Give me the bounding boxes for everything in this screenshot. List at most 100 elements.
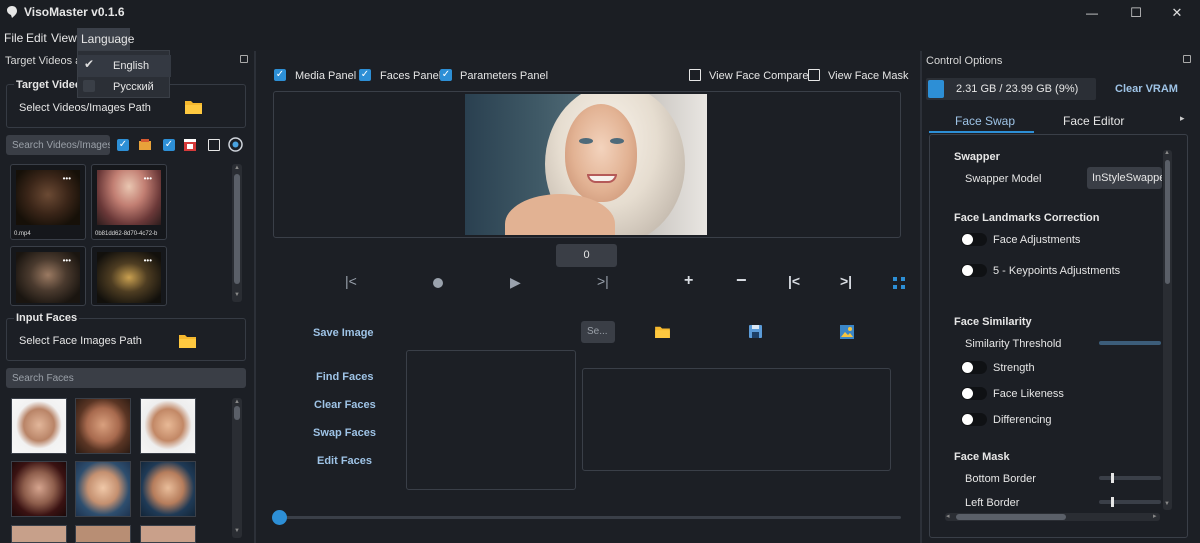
remove-marker-icon[interactable]: − bbox=[736, 270, 747, 291]
check-placeholder bbox=[83, 80, 95, 92]
scroll-down-icon[interactable]: ▼ bbox=[234, 292, 240, 298]
media-panel-checkbox[interactable]: ✓ bbox=[274, 69, 286, 81]
differencing-toggle[interactable] bbox=[961, 413, 987, 426]
find-faces-button[interactable]: Find Faces bbox=[316, 371, 373, 383]
view-face-mask-checkbox[interactable] bbox=[808, 69, 820, 81]
target-faces-area[interactable] bbox=[406, 350, 576, 490]
face-likeness-label: Face Likeness bbox=[993, 388, 1064, 400]
view-face-mask-label: View Face Mask bbox=[828, 70, 909, 82]
more-icon: ••• bbox=[62, 174, 71, 183]
input-face-9[interactable] bbox=[140, 525, 196, 543]
close-button[interactable]: ✕ bbox=[1155, 0, 1199, 26]
language-option-english[interactable]: ✔ English bbox=[78, 55, 171, 77]
target-thumb-1[interactable]: 0b81dd62-8d70-4c72-b ••• bbox=[91, 164, 167, 240]
faces-scroll-thumb[interactable] bbox=[234, 406, 240, 420]
target-thumb-2[interactable]: ••• bbox=[10, 246, 86, 306]
input-face-5[interactable] bbox=[75, 461, 131, 517]
left-border-handle[interactable] bbox=[1111, 497, 1114, 507]
language-option-russian[interactable]: Русский bbox=[78, 76, 171, 98]
swapper-model-select[interactable]: InStyleSwapper bbox=[1087, 167, 1162, 189]
input-face-4[interactable] bbox=[11, 461, 67, 517]
menu-edit[interactable]: Edit bbox=[26, 31, 47, 45]
check-icon: ✔ bbox=[84, 57, 95, 71]
language-option-label: Русский bbox=[113, 81, 154, 93]
prev-marker-icon[interactable]: |< bbox=[788, 273, 800, 289]
view-face-compare-checkbox[interactable] bbox=[689, 69, 701, 81]
save-icon[interactable] bbox=[749, 325, 762, 338]
input-face-3[interactable] bbox=[140, 398, 196, 454]
folder-icon[interactable] bbox=[655, 325, 670, 338]
undock-icon[interactable] bbox=[240, 55, 248, 63]
save-image-icon[interactable] bbox=[840, 325, 854, 339]
keypoints-adjustments-toggle[interactable] bbox=[961, 264, 987, 277]
save-image-button[interactable]: Save Image bbox=[313, 327, 374, 339]
add-marker-icon[interactable]: + bbox=[684, 272, 693, 290]
target-thumb-3[interactable]: ••• bbox=[91, 246, 167, 306]
scroll-down-icon[interactable]: ▼ bbox=[1164, 501, 1170, 507]
options-vscroll-thumb[interactable] bbox=[1165, 160, 1170, 284]
scroll-up-icon[interactable]: ▲ bbox=[234, 165, 240, 171]
tab-scroll-right-icon[interactable]: ▸ bbox=[1180, 113, 1185, 124]
timeline-track[interactable] bbox=[279, 516, 901, 519]
scroll-up-icon[interactable]: ▲ bbox=[234, 399, 240, 405]
clear-vram-button[interactable]: Clear VRAM bbox=[1115, 83, 1178, 95]
fullscreen-icon[interactable] bbox=[893, 277, 905, 289]
language-option-label: English bbox=[113, 60, 150, 72]
input-face-6[interactable] bbox=[140, 461, 196, 517]
scroll-left-icon[interactable]: ◂ bbox=[946, 512, 950, 520]
edit-faces-button[interactable]: Edit Faces bbox=[317, 455, 372, 467]
options-hscroll-thumb[interactable] bbox=[956, 514, 1066, 520]
more-icon: ••• bbox=[143, 174, 152, 183]
frame-number-input[interactable]: 0 bbox=[556, 244, 617, 267]
clear-faces-button[interactable]: Clear Faces bbox=[314, 399, 376, 411]
parameters-panel-checkbox[interactable]: ✓ bbox=[440, 69, 452, 81]
filter-videos-checkbox[interactable]: ✓ bbox=[163, 139, 175, 151]
vram-usage-text: 2.31 GB / 23.99 GB (9%) bbox=[956, 83, 1079, 95]
bottom-border-handle[interactable] bbox=[1111, 473, 1114, 483]
merged-embeddings-area[interactable] bbox=[582, 368, 891, 471]
prev-frame-icon[interactable]: |< bbox=[345, 273, 357, 289]
filter-webcam-checkbox[interactable] bbox=[208, 139, 220, 151]
left-border-slider[interactable] bbox=[1099, 500, 1161, 504]
undock-icon[interactable] bbox=[1183, 55, 1191, 63]
scroll-up-icon[interactable]: ▲ bbox=[1164, 150, 1170, 156]
record-icon[interactable] bbox=[433, 278, 443, 288]
target-thumb-0[interactable]: 0.mp4 ••• bbox=[10, 164, 86, 240]
next-frame-icon[interactable]: >| bbox=[597, 273, 609, 289]
differencing-label: Differencing bbox=[993, 414, 1052, 426]
minimize-button[interactable]: — bbox=[1070, 0, 1114, 26]
swapper-section-title: Swapper bbox=[954, 151, 1000, 163]
folder-icon[interactable] bbox=[185, 99, 202, 114]
input-face-7[interactable] bbox=[11, 525, 67, 543]
filter-images-checkbox[interactable]: ✓ bbox=[117, 139, 129, 151]
strength-toggle[interactable] bbox=[961, 361, 987, 374]
bottom-border-label: Bottom Border bbox=[965, 473, 1036, 485]
timeline-handle[interactable] bbox=[272, 510, 287, 525]
save-path-input[interactable]: Se... bbox=[581, 321, 615, 343]
face-adjustments-toggle[interactable] bbox=[961, 233, 987, 246]
scroll-down-icon[interactable]: ▼ bbox=[234, 528, 240, 534]
input-face-1[interactable] bbox=[11, 398, 67, 454]
target-scroll-thumb[interactable] bbox=[234, 174, 240, 284]
play-icon[interactable]: ▶ bbox=[510, 274, 521, 291]
next-marker-icon[interactable]: >| bbox=[840, 273, 852, 289]
scroll-right-icon[interactable]: ▸ bbox=[1153, 512, 1157, 520]
swap-faces-button[interactable]: Swap Faces bbox=[313, 427, 376, 439]
search-faces-input[interactable]: Search Faces bbox=[6, 368, 246, 388]
search-videos-input[interactable]: Search Videos/Images bbox=[6, 135, 110, 155]
control-options-title: Control Options bbox=[926, 55, 1003, 67]
input-face-8[interactable] bbox=[75, 525, 131, 543]
menu-language[interactable]: Language bbox=[77, 28, 134, 50]
menu-file[interactable]: File bbox=[4, 31, 23, 45]
bottom-border-slider[interactable] bbox=[1099, 476, 1161, 480]
tab-face-swap[interactable]: Face Swap bbox=[955, 114, 1015, 128]
folder-icon[interactable] bbox=[179, 333, 196, 348]
menu-view[interactable]: View bbox=[51, 31, 77, 45]
input-face-2[interactable] bbox=[75, 398, 131, 454]
face-likeness-toggle[interactable] bbox=[961, 387, 987, 400]
faces-panel-checkbox[interactable]: ✓ bbox=[359, 69, 371, 81]
similarity-threshold-slider[interactable] bbox=[1099, 341, 1161, 345]
webcam-icon bbox=[228, 137, 243, 152]
tab-face-editor[interactable]: Face Editor bbox=[1063, 114, 1124, 128]
maximize-button[interactable]: ☐ bbox=[1114, 0, 1158, 26]
